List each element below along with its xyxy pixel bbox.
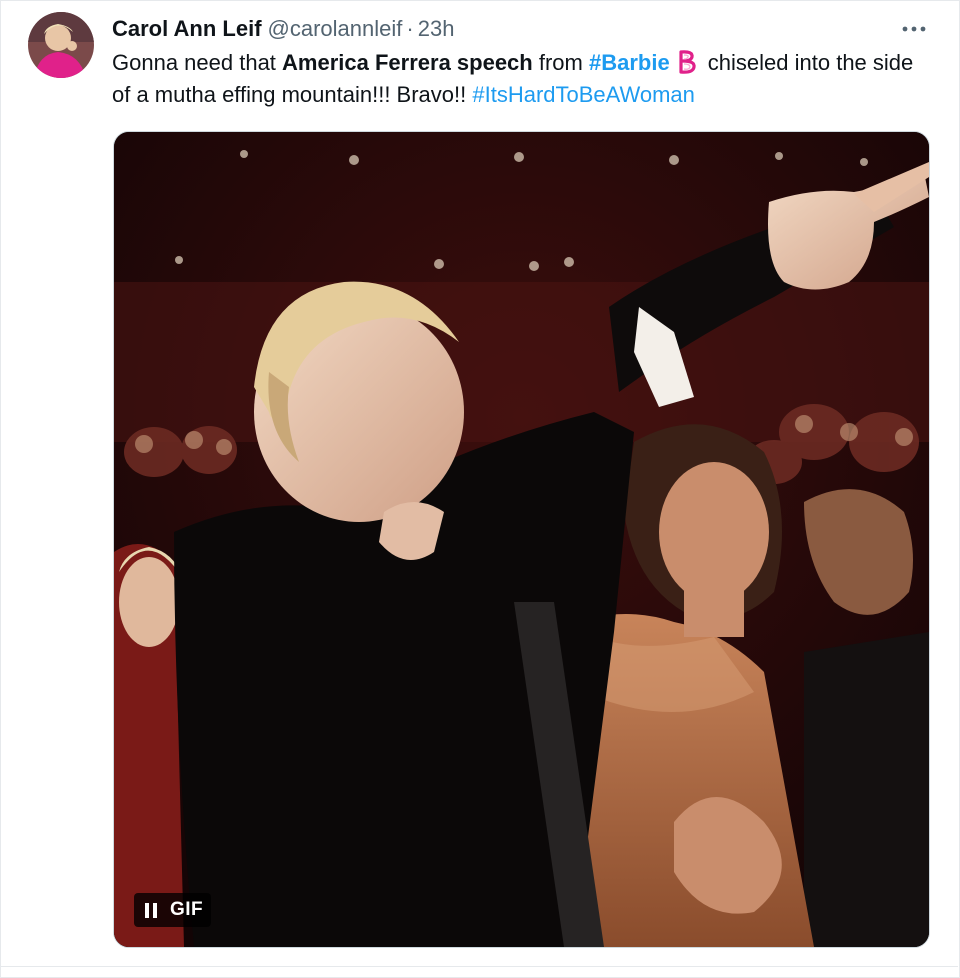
barbie-b-emoji (679, 50, 696, 74)
divider (0, 966, 958, 967)
avatar[interactable] (28, 12, 94, 78)
timestamp[interactable]: 23h (418, 14, 455, 44)
hashtag-barbie[interactable]: #Barbie (589, 50, 670, 75)
pause-icon-bar (153, 902, 157, 918)
gif-controls: GIF (134, 893, 212, 927)
more-options-button[interactable] (900, 14, 928, 44)
author-name[interactable]: Carol Ann Leif (112, 14, 262, 44)
text-part-1: Gonna need that (112, 50, 283, 75)
text-part-2: from (532, 50, 589, 75)
separator-dot: · (406, 16, 414, 41)
tweet[interactable]: Carol Ann Leif @carolannleif · 23h Gonna… (0, 0, 958, 966)
gif-frame-image (114, 132, 929, 947)
tweet-header: Carol Ann Leif @carolannleif · 23h (112, 14, 454, 44)
tweet-text: Gonna need that America Ferrera speech f… (112, 47, 930, 111)
pause-button[interactable] (140, 893, 162, 927)
hashtag-itshardtobeawoman[interactable]: #ItsHardToBeAWoman (472, 82, 695, 107)
gif-badge: GIF (170, 899, 204, 920)
pause-icon (145, 902, 149, 918)
ellipsis-icon (902, 26, 926, 32)
gif-media[interactable]: GIF (113, 131, 930, 948)
bold-phrase: America Ferrera speech (282, 50, 533, 75)
author-handle[interactable]: @carolannleif (268, 14, 403, 44)
